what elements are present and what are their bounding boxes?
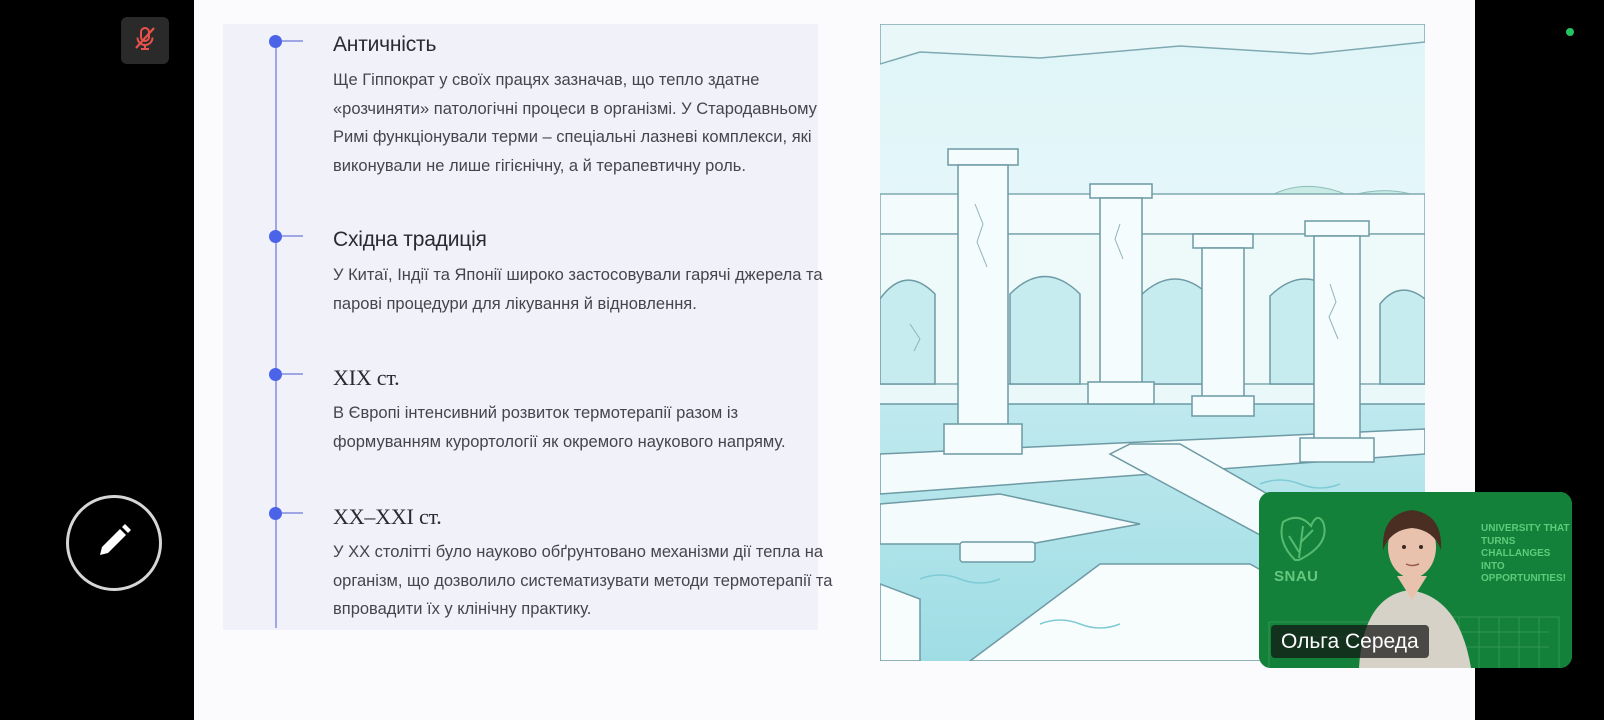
participant-name-tag: Ольга Середа: [1271, 625, 1429, 658]
timeline-tick: [282, 235, 303, 237]
timeline-text: У XX столітті було науково обґрунтовано …: [333, 543, 833, 618]
timeline-heading: Східна традиція: [333, 228, 487, 251]
timeline-text: Ще Гіппократ у своїх працях зазначав, що…: [333, 71, 817, 175]
participant-video-tile[interactable]: SNAU UNIVERSITY THAT TURNS CHALLANGES IN…: [1259, 492, 1572, 668]
timeline-line: [275, 42, 277, 628]
timeline-dot: [269, 507, 282, 520]
connection-status-dot: [1566, 28, 1574, 36]
timeline-text: У Китаї, Індії та Японії широко застосов…: [333, 266, 823, 313]
timeline-heading: XX–XXI ст.: [333, 504, 442, 529]
timeline-dot: [269, 230, 282, 243]
timeline-heading: Античність: [333, 33, 437, 56]
microphone-muted-icon: [132, 25, 158, 56]
timeline-tick: [282, 373, 303, 375]
mute-microphone-button[interactable]: [121, 17, 169, 64]
timeline-tick: [282, 512, 303, 514]
timeline-heading: XIX ст.: [333, 365, 400, 390]
timeline-text: В Європі інтенсивний розвиток термотерап…: [333, 404, 786, 451]
timeline-panel: Античність Ще Гіппократ у своїх працях з…: [223, 24, 832, 630]
timeline-dot: [269, 368, 282, 381]
annotate-button[interactable]: [66, 495, 162, 591]
university-slogan: UNIVERSITY THAT TURNS CHALLANGES INTO OP…: [1481, 523, 1570, 584]
timeline-dot: [269, 35, 282, 48]
timeline-tick: [282, 40, 303, 42]
university-logo-text: SNAU: [1274, 568, 1319, 585]
pencil-icon: [94, 521, 134, 566]
